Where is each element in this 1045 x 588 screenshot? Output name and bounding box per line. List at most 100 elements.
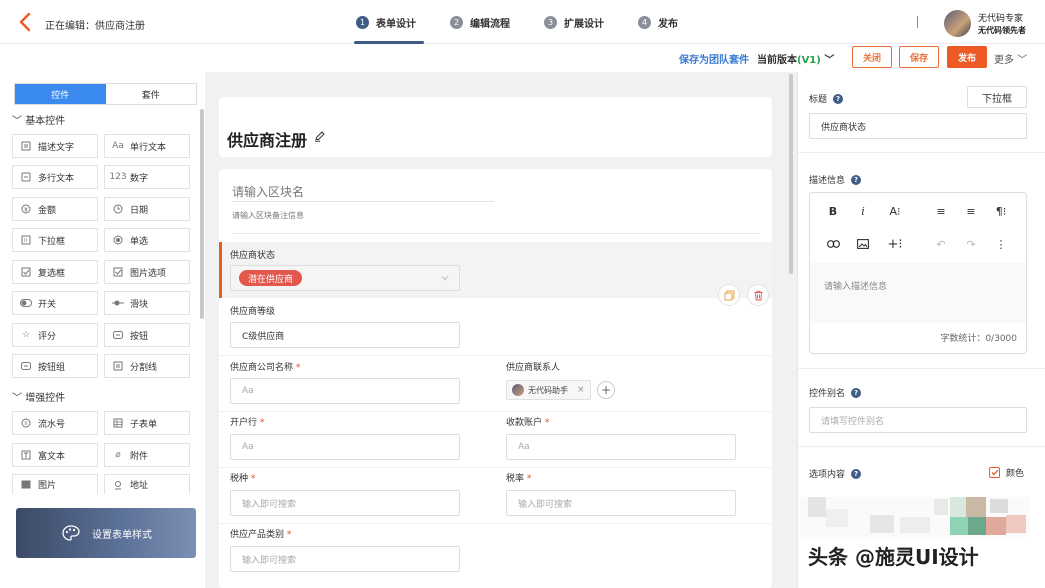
control-label: 日期 xyxy=(130,205,149,216)
step-form-design[interactable]: 1 表单设计 xyxy=(354,0,424,44)
block-name-input[interactable]: 请输入区块名 xyxy=(232,183,304,200)
control-picture[interactable]: 图片 xyxy=(12,474,98,494)
control-number[interactable]: 123 数字 xyxy=(104,165,190,189)
step-publish[interactable]: 4 发布 xyxy=(638,0,678,44)
align-left-icon[interactable]: ≡ xyxy=(932,202,950,220)
help-icon[interactable]: ? xyxy=(851,468,862,479)
bold-icon[interactable]: B xyxy=(824,202,842,220)
bank-input[interactable]: Aa xyxy=(230,434,460,460)
image-icon[interactable] xyxy=(854,235,872,253)
more-options-icon[interactable]: ⋮ xyxy=(992,235,1010,253)
control-button-group[interactable]: 按钮组 xyxy=(12,354,98,378)
form-title[interactable]: 供应商注册 xyxy=(227,127,307,151)
control-amount[interactable]: 金额 xyxy=(12,197,98,221)
copy-field-button[interactable] xyxy=(718,284,740,306)
block-note-input[interactable]: 请输入区块备注信息 xyxy=(232,210,304,221)
paragraph-icon[interactable]: ¶⁝ xyxy=(992,202,1010,220)
publish-button[interactable]: 发布 xyxy=(947,46,987,68)
contact-user-tag[interactable]: 无代码助手 × xyxy=(506,380,591,400)
help-icon[interactable]: ? xyxy=(851,387,862,398)
alias-input[interactable]: 请填写控件别名 xyxy=(809,407,1027,433)
doc-icon xyxy=(20,140,32,152)
remove-user-icon[interactable]: × xyxy=(577,385,585,395)
copy-icon xyxy=(724,290,734,300)
redo-icon[interactable]: ↷ xyxy=(962,235,980,253)
control-image-option[interactable]: 图片选项 xyxy=(104,260,190,284)
product-category-input[interactable]: 输入即可搜索 xyxy=(230,546,460,572)
help-icon[interactable]: ? xyxy=(833,93,844,104)
richtext-icon xyxy=(20,449,32,461)
field-label: 供应产品类别 * xyxy=(230,527,291,540)
field-row-supplier-status[interactable]: 供应商状态 潜在供应商 xyxy=(219,242,772,298)
pencil-icon[interactable] xyxy=(314,130,326,142)
editor-content-area[interactable] xyxy=(810,263,1026,323)
back-chevron-icon[interactable] xyxy=(16,12,36,32)
add-user-button[interactable]: + xyxy=(597,381,615,399)
control-label: 多行文本 xyxy=(38,173,75,184)
font-size-icon[interactable]: A⁝ xyxy=(886,202,904,220)
control-multi-line-text[interactable]: 多行文本 xyxy=(12,165,98,189)
italic-icon[interactable]: i xyxy=(854,202,872,220)
save-as-suite-link[interactable]: 保存为团队套件 xyxy=(679,51,749,66)
more-menu[interactable]: 更多 ﹀ xyxy=(994,51,1027,66)
step-edit-flow[interactable]: 2 编辑流程 xyxy=(450,0,510,44)
control-rich-text[interactable]: 富文本 xyxy=(12,443,98,467)
title-input[interactable]: 供应商状态 xyxy=(809,113,1027,139)
control-toggle[interactable]: 开关 xyxy=(12,291,98,315)
avatar[interactable] xyxy=(944,10,971,37)
button-icon xyxy=(112,329,124,341)
tab-controls[interactable]: 控件 xyxy=(15,84,106,104)
control-divider[interactable]: 分割线 xyxy=(104,354,190,378)
control-address[interactable]: 地址 xyxy=(104,474,190,494)
control-radio[interactable]: 单选 xyxy=(104,228,190,252)
control-attachment[interactable]: ⌀ 附件 xyxy=(104,443,190,467)
tab-suites[interactable]: 套件 xyxy=(106,84,197,104)
field-label: 供应商公司名称 * xyxy=(230,360,300,373)
account-input[interactable]: Aa xyxy=(506,434,736,460)
control-dropdown[interactable]: 下拉框 xyxy=(12,228,98,252)
left-scrollbar[interactable] xyxy=(200,109,204,319)
set-form-style-button[interactable]: 设置表单样式 xyxy=(16,508,196,558)
control-label: 数字 xyxy=(130,173,149,184)
insert-icon[interactable]: +⁝ xyxy=(886,235,904,253)
color-checkbox[interactable]: 颜色 xyxy=(989,466,1024,479)
control-label: 金额 xyxy=(38,205,57,216)
control-label: 滑块 xyxy=(130,299,149,310)
undo-icon[interactable]: ↶ xyxy=(932,235,950,253)
control-date[interactable]: 日期 xyxy=(104,197,190,221)
field-type-button[interactable]: 下拉框 xyxy=(967,86,1027,108)
version-selector[interactable]: 当前版本(V1) ﹀ xyxy=(757,51,834,66)
control-slider[interactable]: 滑块 xyxy=(104,291,190,315)
align-center-icon[interactable]: ≡ xyxy=(962,202,980,220)
tax-rate-input[interactable]: 输入即可搜索 xyxy=(506,490,736,516)
link-icon[interactable] xyxy=(824,235,842,253)
supplier-level-input[interactable]: C级供应商 xyxy=(230,322,460,348)
control-description-text[interactable]: 描述文字 xyxy=(12,134,98,158)
help-icon[interactable]: ? xyxy=(851,174,862,185)
control-single-line-text[interactable]: Aa 单行文本 xyxy=(104,134,190,158)
label-text: 开户行 xyxy=(230,418,258,428)
step-extend-design[interactable]: 3 扩展设计 xyxy=(544,0,604,44)
chevron-down-icon: ﹀ xyxy=(824,55,835,66)
money-icon xyxy=(20,203,32,215)
save-button[interactable]: 保存 xyxy=(899,46,939,68)
step-number: 4 xyxy=(638,15,651,29)
control-checkbox[interactable]: 复选框 xyxy=(12,260,98,284)
close-button[interactable]: 关闭 xyxy=(852,46,892,68)
tax-type-input[interactable]: 输入即可搜索 xyxy=(230,490,460,516)
control-button[interactable]: 按钮 xyxy=(104,323,190,347)
control-rating[interactable]: ☆ 评分 xyxy=(12,323,98,347)
palette-icon xyxy=(62,525,80,541)
supplier-status-select[interactable]: 潜在供应商 xyxy=(230,265,460,291)
control-serial-number[interactable]: 流水号 xyxy=(12,411,98,435)
enhanced-controls-group[interactable]: ﹀ 增强控件 xyxy=(12,389,65,404)
field-label: 税种 * xyxy=(230,471,255,484)
clock-icon xyxy=(112,203,124,215)
delete-field-button[interactable] xyxy=(747,284,769,306)
editing-label: 正在编辑：供应商注册 xyxy=(45,21,145,32)
basic-controls-group[interactable]: ﹀ 基本控件 xyxy=(12,112,65,127)
label-text: 描述信息 xyxy=(809,176,846,186)
company-name-input[interactable]: Aa xyxy=(230,378,460,404)
canvas-scrollbar[interactable] xyxy=(789,74,793,274)
control-subform[interactable]: 子表单 xyxy=(104,411,190,435)
